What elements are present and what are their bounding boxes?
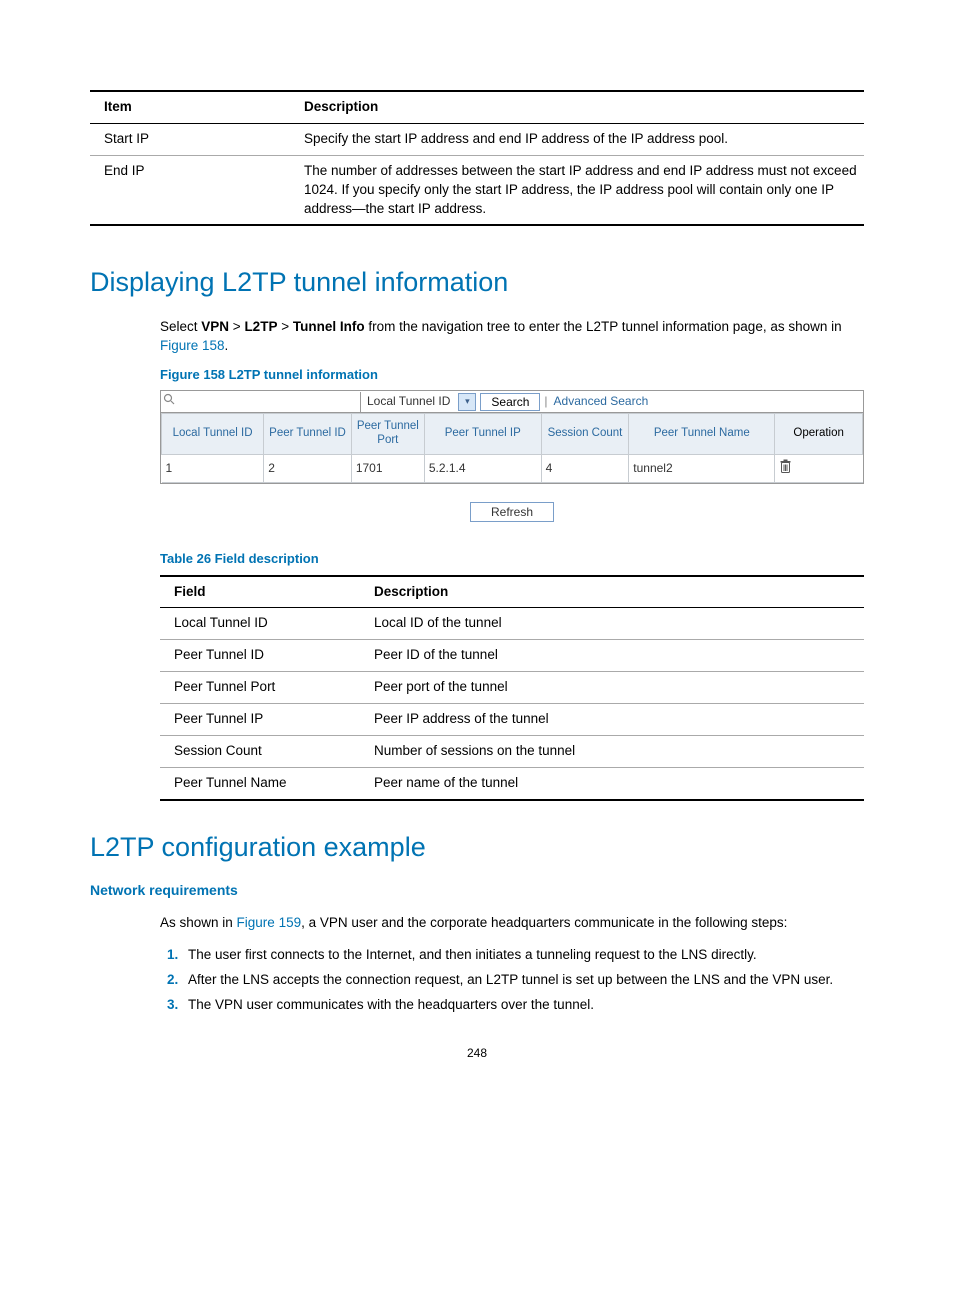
crumb-vpn: VPN <box>201 319 229 334</box>
search-field-select[interactable]: Local Tunnel ID ▾ <box>361 391 476 412</box>
select-label: Local Tunnel ID <box>361 391 458 412</box>
cell-field: Session Count <box>160 736 360 768</box>
refresh-button[interactable]: Refresh <box>470 502 554 522</box>
cell-session-count: 4 <box>541 454 629 483</box>
cell-desc: Peer ID of the tunnel <box>360 640 864 672</box>
steps-list: The user first connects to the Internet,… <box>160 946 864 1015</box>
cell-desc: Local ID of the tunnel <box>360 608 864 640</box>
th-peer-tunnel-port[interactable]: Peer Tunnel Port <box>351 414 424 455</box>
cell-item: End IP <box>90 155 290 225</box>
text: . <box>225 338 229 353</box>
cell-peer-name: tunnel2 <box>629 454 775 483</box>
cell-desc: Peer port of the tunnel <box>360 672 864 704</box>
text: , a VPN user and the corporate headquart… <box>301 915 787 930</box>
th-operation: Operation <box>775 414 863 455</box>
th-peer-tunnel-ip[interactable]: Peer Tunnel IP <box>424 414 541 455</box>
list-item: The VPN user communicates with the headq… <box>182 996 864 1015</box>
cell-field: Peer Tunnel ID <box>160 640 360 672</box>
table-row: Peer Tunnel IDPeer ID of the tunnel <box>160 640 864 672</box>
cell-peer-ip: 5.2.1.4 <box>424 454 541 483</box>
search-input[interactable] <box>179 392 361 412</box>
cell-desc: Peer IP address of the tunnel <box>360 704 864 736</box>
list-item: After the LNS accepts the connection req… <box>182 971 864 990</box>
sep: > <box>277 319 292 334</box>
th-peer-tunnel-name[interactable]: Peer Tunnel Name <box>629 414 775 455</box>
cell-operation <box>775 454 863 483</box>
search-button[interactable]: Search <box>480 393 540 411</box>
link-figure-158[interactable]: Figure 158 <box>160 338 225 353</box>
th-field: Field <box>160 576 360 608</box>
cell-desc: Peer name of the tunnel <box>360 767 864 799</box>
cell-peer-id: 2 <box>264 454 352 483</box>
table-row: 1 2 1701 5.2.1.4 4 tunnel2 <box>162 454 863 483</box>
intro-paragraph: Select VPN > L2TP > Tunnel Info from the… <box>160 318 864 356</box>
sep: > <box>229 319 244 334</box>
network-req-paragraph: As shown in Figure 159, a VPN user and t… <box>160 914 864 933</box>
crumb-l2tp: L2TP <box>244 319 277 334</box>
th-peer-tunnel-id[interactable]: Peer Tunnel ID <box>264 414 352 455</box>
advanced-search-link[interactable]: Advanced Search <box>548 393 649 410</box>
page-number: 248 <box>90 1045 864 1062</box>
item-description-table: Item Description Start IP Specify the st… <box>90 90 864 226</box>
cell-field: Peer Tunnel Port <box>160 672 360 704</box>
chevron-down-icon: ▾ <box>458 393 476 411</box>
trash-icon[interactable] <box>779 463 792 477</box>
subheading-network-requirements: Network requirements <box>90 881 864 901</box>
table-caption: Table 26 Field description <box>160 550 864 568</box>
cell-desc: Specify the start IP address and end IP … <box>290 123 864 155</box>
figure-158: Local Tunnel ID ▾ Search | Advanced Sear… <box>160 390 864 484</box>
table-row: Peer Tunnel NamePeer name of the tunnel <box>160 767 864 799</box>
link-figure-159[interactable]: Figure 159 <box>237 915 302 930</box>
th-item: Item <box>90 91 290 123</box>
figure-caption: Figure 158 L2TP tunnel information <box>160 366 864 384</box>
list-item: The user first connects to the Internet,… <box>182 946 864 965</box>
cell-desc: The number of addresses between the star… <box>290 155 864 225</box>
cell-field: Local Tunnel ID <box>160 608 360 640</box>
text: from the navigation tree to enter the L2… <box>365 319 842 334</box>
field-description-table: Field Description Local Tunnel IDLocal I… <box>160 575 864 801</box>
table-row: Session CountNumber of sessions on the t… <box>160 736 864 768</box>
search-bar: Local Tunnel ID ▾ Search | Advanced Sear… <box>161 391 863 413</box>
crumb-tunnel-info: Tunnel Info <box>293 319 365 334</box>
cell-desc: Number of sessions on the tunnel <box>360 736 864 768</box>
table-row: Local Tunnel IDLocal ID of the tunnel <box>160 608 864 640</box>
table-row: Peer Tunnel PortPeer port of the tunnel <box>160 672 864 704</box>
th-local-tunnel-id[interactable]: Local Tunnel ID <box>162 414 264 455</box>
heading-l2tp-config-example: L2TP configuration example <box>90 829 864 867</box>
separator: | <box>540 393 547 410</box>
table-row: Peer Tunnel IPPeer IP address of the tun… <box>160 704 864 736</box>
cell-local-id: 1 <box>162 454 264 483</box>
heading-display-l2tp: Displaying L2TP tunnel information <box>90 264 864 302</box>
table-row: End IP The number of addresses between t… <box>90 155 864 225</box>
cell-item: Start IP <box>90 123 290 155</box>
th-desc: Description <box>360 576 864 608</box>
th-session-count[interactable]: Session Count <box>541 414 629 455</box>
cell-field: Peer Tunnel Name <box>160 767 360 799</box>
cell-field: Peer Tunnel IP <box>160 704 360 736</box>
search-icon <box>161 391 179 412</box>
tunnel-info-table: Local Tunnel ID Peer Tunnel ID Peer Tunn… <box>161 413 863 483</box>
text: As shown in <box>160 915 237 930</box>
cell-peer-port: 1701 <box>351 454 424 483</box>
text: Select <box>160 319 201 334</box>
th-desc: Description <box>290 91 864 123</box>
table-row: Start IP Specify the start IP address an… <box>90 123 864 155</box>
